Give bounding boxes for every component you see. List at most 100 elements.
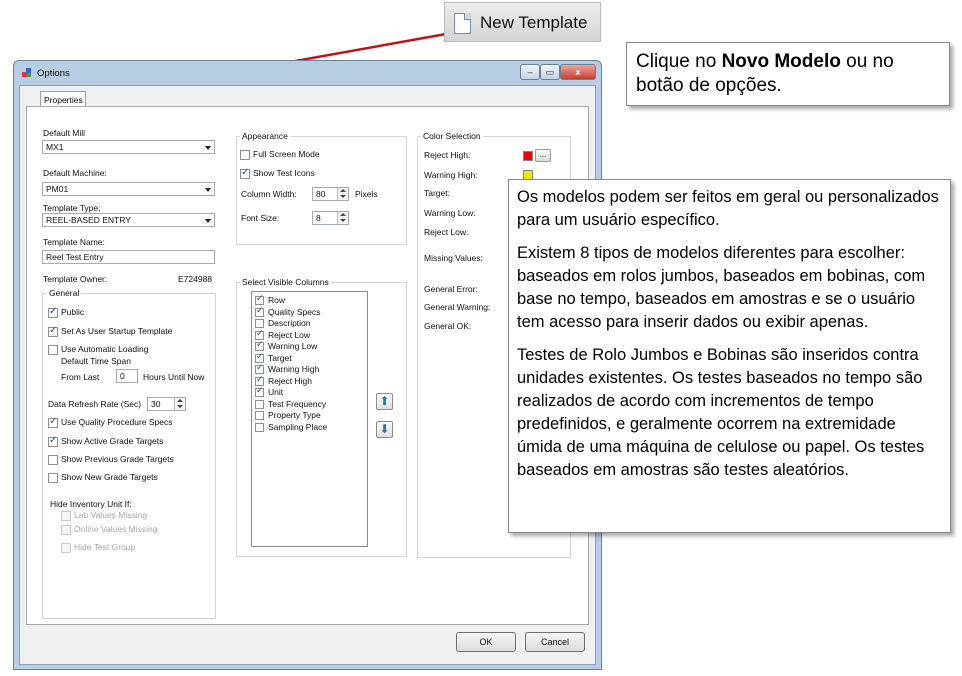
lab-missing-checkbox[interactable] [61, 511, 71, 521]
public-label: Public [61, 307, 85, 317]
column-checkbox[interactable] [255, 399, 264, 409]
spin-arrows-icon[interactable] [174, 398, 185, 410]
column-label: Sampling Place [268, 421, 328, 432]
template-type-select[interactable]: REEL-BASED ENTRY [42, 213, 215, 227]
full-screen-label: Full Screen Mode [253, 149, 320, 159]
auto-loading-label: Use Automatic Loading [61, 344, 149, 354]
callout-new-template: Clique no Novo Modelo ou no botão de opç… [626, 42, 950, 106]
properties-panel: Default Mill MX1 Default Machine: PM01 T… [26, 106, 589, 625]
active-targets-checkbox[interactable] [48, 435, 58, 447]
hide-test-group-checkbox[interactable] [61, 543, 71, 553]
warning-high-label: Warning High: [424, 170, 478, 180]
column-checkbox[interactable] [255, 352, 264, 363]
template-type-label: Template Type: [43, 203, 101, 213]
callout-paragraph-1: Os modelos podem ser feitos em geral ou … [517, 188, 939, 229]
column-list-item[interactable]: Target [255, 352, 365, 365]
from-last-value: 0 [120, 371, 125, 381]
default-machine-value: PM01 [46, 184, 69, 194]
maximize-button[interactable]: ▭ [540, 64, 560, 80]
reject-low-label: Reject Low: [424, 227, 469, 237]
public-checkbox[interactable] [48, 306, 58, 318]
font-size-spinner[interactable]: 8 [312, 211, 349, 225]
column-list-item[interactable]: Property Type [255, 410, 365, 422]
ok-button[interactable]: OK [456, 632, 516, 652]
spin-arrows-icon[interactable] [337, 188, 348, 200]
column-label: Unit [268, 387, 284, 397]
column-label: Reject High [268, 375, 312, 386]
online-missing-checkbox[interactable] [61, 525, 71, 535]
column-list-item[interactable]: Warning Low [255, 340, 365, 353]
default-machine-select[interactable]: PM01 [42, 182, 215, 196]
column-list-item[interactable]: Quality Specs [255, 306, 365, 319]
move-down-button[interactable]: ⬇ [376, 421, 393, 438]
warning-low-label: Warning Low: [424, 208, 476, 218]
column-checkbox[interactable] [255, 306, 264, 317]
minimize-button[interactable]: – [520, 64, 540, 80]
template-name-input[interactable]: Reel Test Entry [42, 250, 215, 264]
column-list-item[interactable]: Test Frequency [255, 399, 365, 411]
target-color-label: Target: [424, 188, 450, 198]
column-list-item[interactable]: Reject High [255, 375, 365, 388]
from-last-input[interactable]: 0 [116, 369, 138, 383]
column-checkbox[interactable] [255, 294, 264, 305]
options-app-icon [22, 68, 31, 77]
column-checkbox[interactable] [255, 329, 264, 340]
column-list-item[interactable]: Description [255, 318, 365, 330]
column-checkbox[interactable] [255, 422, 264, 432]
appearance-group-title: Appearance [240, 131, 290, 141]
cancel-button[interactable]: Cancel [525, 632, 585, 652]
refresh-rate-label: Data Refresh Rate (Sec) [48, 399, 142, 409]
close-button[interactable]: x [560, 64, 596, 80]
template-owner-value: E724988 [178, 274, 213, 284]
template-type-value: REEL-BASED ENTRY [46, 215, 131, 225]
column-label: Target [268, 352, 292, 363]
auto-loading-checkbox[interactable] [48, 345, 58, 355]
spin-arrows-icon[interactable] [337, 212, 348, 224]
visible-columns-list[interactable]: RowQuality SpecsDescriptionReject LowWar… [251, 291, 368, 547]
column-list-item[interactable]: Row [255, 294, 365, 307]
column-list-item[interactable]: Unit [255, 386, 365, 399]
quality-specs-checkbox[interactable] [48, 416, 58, 428]
column-label: Warning Low [268, 341, 318, 351]
column-list-item[interactable]: Reject Low [255, 329, 365, 342]
font-size-label: Font Size: [241, 213, 280, 223]
arrow-down-icon: ⬇ [379, 422, 390, 436]
startup-template-checkbox[interactable] [48, 325, 58, 337]
column-width-spinner[interactable]: 80 [312, 187, 349, 201]
column-label: Warning High [268, 364, 320, 374]
callout-bold: Novo Modelo [721, 51, 841, 72]
column-list-item[interactable]: Sampling Place [255, 422, 365, 434]
template-name-label: Template Name: [43, 237, 105, 247]
default-mill-label: Default Mill [43, 128, 86, 138]
reject-high-color-button[interactable]: ... [535, 149, 551, 162]
tab-properties[interactable]: Properties [40, 91, 86, 107]
default-mill-select[interactable]: MX1 [42, 140, 215, 154]
refresh-rate-spinner[interactable]: 30 [147, 397, 186, 411]
color-selection-title: Color Selection [421, 131, 483, 141]
chevron-down-icon [205, 188, 211, 192]
column-checkbox[interactable] [255, 319, 264, 328]
column-label: Property Type [268, 410, 321, 420]
show-test-icons-label: Show Test Icons [253, 168, 315, 178]
column-checkbox[interactable] [255, 411, 264, 420]
new-targets-checkbox[interactable] [48, 473, 58, 483]
column-label: Row [268, 295, 286, 305]
dialog-title: Options [37, 68, 70, 79]
show-test-icons-checkbox[interactable] [240, 167, 250, 179]
column-checkbox[interactable] [255, 386, 264, 397]
callout-text: Clique no [636, 51, 722, 72]
column-checkbox[interactable] [255, 340, 264, 351]
quality-specs-label: Use Quality Procedure Specs [61, 417, 173, 427]
full-screen-checkbox[interactable] [240, 150, 250, 160]
callout-paragraph-3: Testes de Rolo Jumbos e Bobinas são inse… [517, 346, 925, 479]
column-width-label: Column Width: [241, 189, 297, 199]
column-checkbox[interactable] [255, 363, 264, 374]
hours-until-now-label: Hours Until Now [143, 372, 205, 382]
hide-test-group-label: Hide Test Group [74, 542, 136, 552]
previous-targets-checkbox[interactable] [48, 455, 58, 465]
column-list-item[interactable]: Warning High [255, 363, 365, 376]
column-checkbox[interactable] [255, 375, 264, 386]
title-bar[interactable]: Options – ▭ x [14, 61, 601, 85]
move-up-button[interactable]: ⬆ [376, 393, 393, 410]
new-template-button[interactable]: New Template [444, 2, 601, 42]
